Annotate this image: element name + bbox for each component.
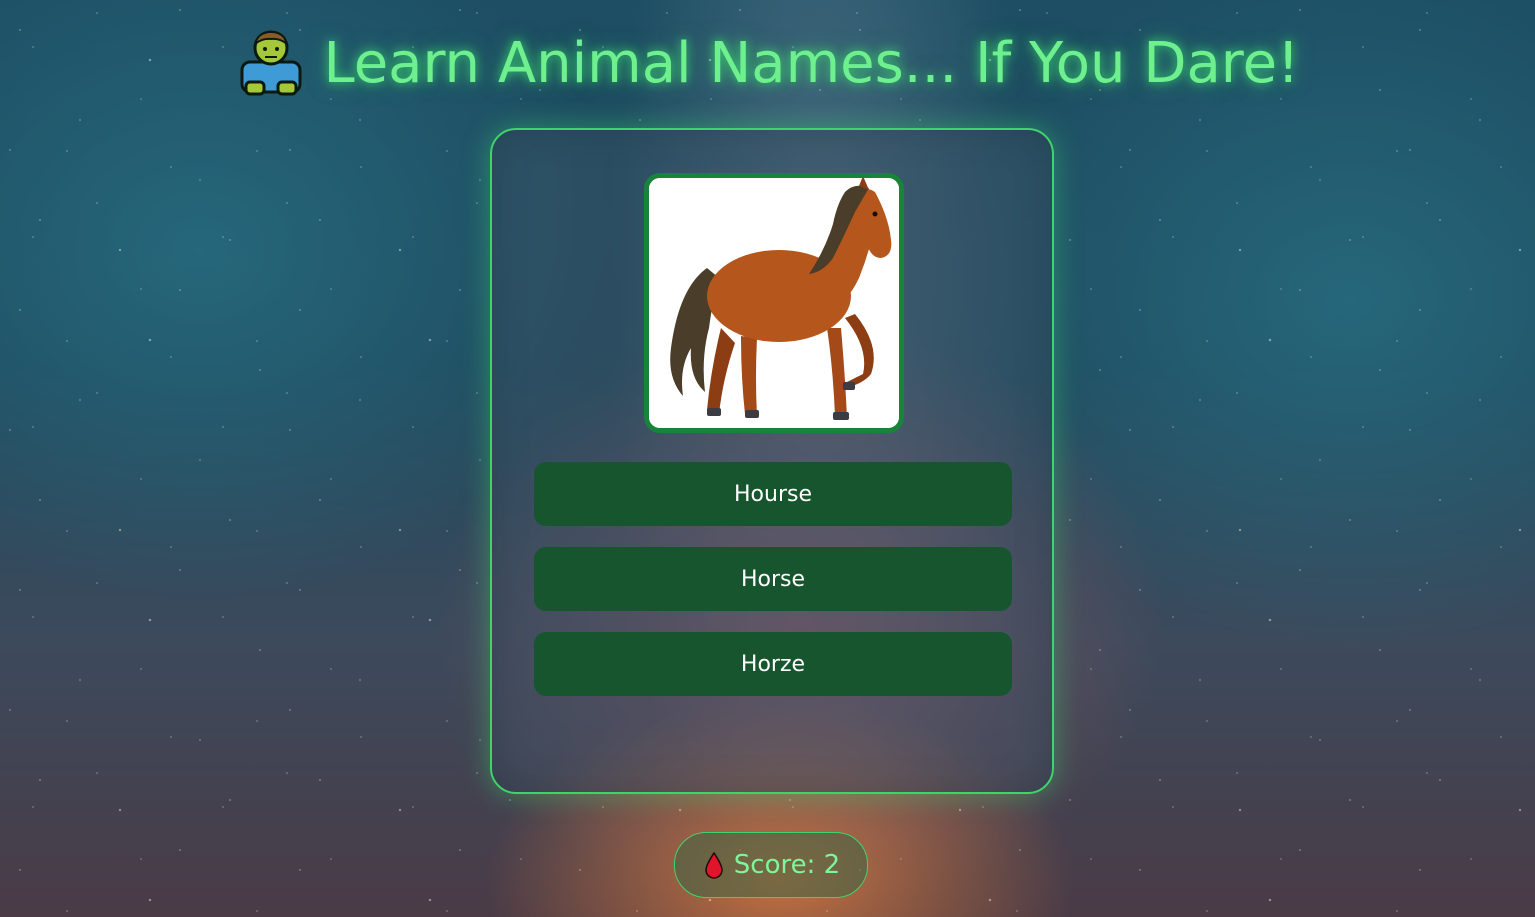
score-badge: Score: 2 <box>674 832 868 898</box>
page-header: Learn Animal Names... If You Dare! <box>0 28 1535 98</box>
page-title: Learn Animal Names... If You Dare! <box>323 30 1300 96</box>
score-label: Score: 2 <box>733 850 841 880</box>
quiz-card: Hourse Horse Horze <box>490 128 1054 794</box>
blood-drop-icon <box>702 851 726 879</box>
answer-option-hourse[interactable]: Hourse <box>534 462 1012 526</box>
answer-option-horze[interactable]: Horze <box>534 632 1012 696</box>
animal-image <box>644 173 904 433</box>
horse-illustration <box>649 178 899 428</box>
zombie-icon <box>236 28 306 98</box>
answer-option-horse[interactable]: Horse <box>534 547 1012 611</box>
